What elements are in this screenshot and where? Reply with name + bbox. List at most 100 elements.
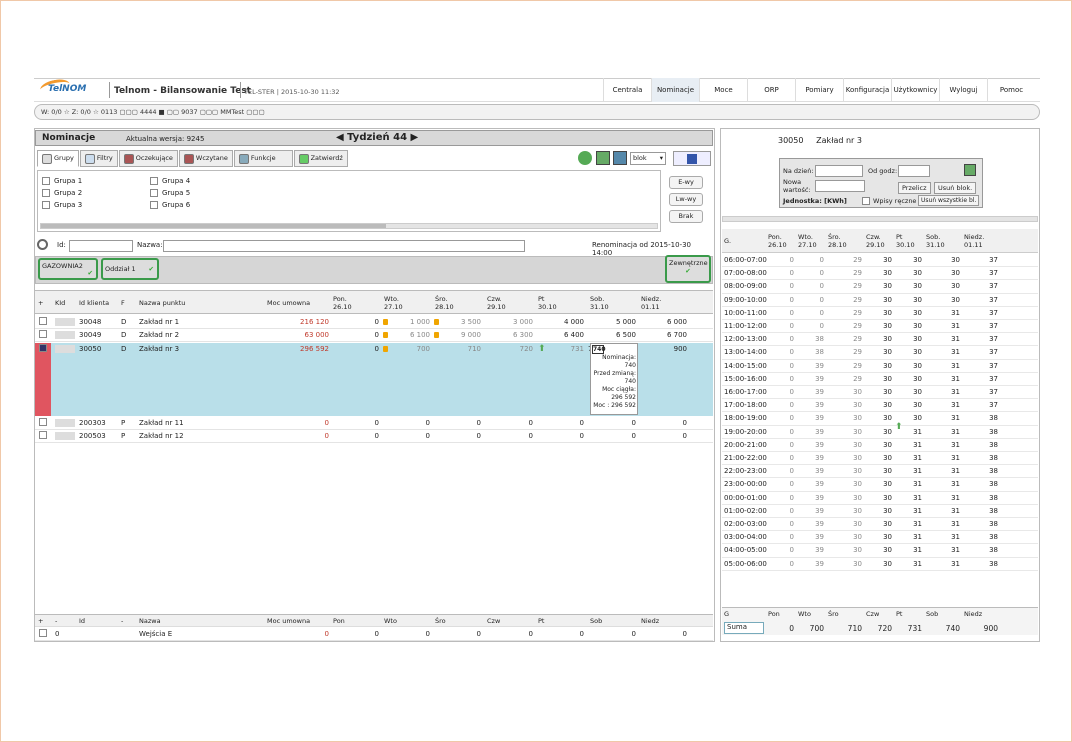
hour-cell[interactable]: 30 — [894, 375, 922, 383]
tab-oczekujace[interactable]: Oczekujące — [118, 150, 178, 167]
table-row[interactable]: 30049 D Zakład nr 2 63 000 0 6 100 9 000 6 300 6… — [35, 329, 713, 342]
hour-cell[interactable]: 39 — [796, 441, 824, 449]
hour-cell[interactable]: 30 — [864, 309, 892, 317]
day-cell[interactable]: 0 — [382, 419, 430, 427]
zewnetrzne-button[interactable]: Zewnętrzne ✔ — [665, 255, 711, 283]
hour-cell[interactable]: 31 — [894, 480, 922, 488]
search-icon[interactable] — [37, 239, 48, 250]
col-czw[interactable]: Czw. 29.10 — [487, 295, 506, 311]
hour-cell[interactable]: 31 — [924, 507, 960, 515]
hour-cell[interactable]: 30 — [864, 362, 892, 370]
hour-cell[interactable]: 31 — [924, 441, 960, 449]
nowa-input[interactable] — [815, 180, 865, 192]
hour-row[interactable]: 12:00-13:00 0 38 29 30 30 31 37 — [722, 333, 1038, 347]
col-f[interactable]: F — [121, 299, 125, 307]
day-cell[interactable]: 0 — [639, 419, 687, 427]
hour-row[interactable]: 20:00-21:00 0 39 30 30 31 31 38 — [722, 439, 1038, 452]
import-icon[interactable] — [613, 151, 627, 165]
group-item[interactable]: Grupa 2 — [42, 189, 82, 197]
hour-cell[interactable]: 0 — [766, 335, 794, 343]
hour-cell[interactable]: 30 — [864, 520, 892, 528]
hour-cell[interactable]: 31 — [894, 507, 922, 515]
hour-cell[interactable]: 30 — [864, 454, 892, 462]
blok-select[interactable]: blok ▾ — [630, 152, 666, 165]
hour-cell[interactable]: 30 — [894, 269, 922, 277]
hour-row[interactable]: 18:00-19:00 0 39 30 30 30 31 38 — [722, 412, 1038, 426]
hour-cell[interactable]: 30 — [894, 362, 922, 370]
hour-cell[interactable]: 31 — [924, 401, 960, 409]
hour-cell[interactable]: 31 — [924, 388, 960, 396]
hour-cell[interactable]: 39 — [796, 507, 824, 515]
nav-wyloguj[interactable]: Wyloguj — [939, 78, 987, 102]
hour-row[interactable]: 08:00-09:00 0 0 29 30 30 30 37 — [722, 280, 1038, 294]
checkbox[interactable] — [42, 201, 50, 209]
hour-row[interactable]: 13:00-14:00 0 38 29 30 30 31 37 — [722, 346, 1038, 360]
group-item[interactable]: Grupa 6 — [150, 201, 190, 209]
hour-cell[interactable]: 30 — [894, 348, 922, 356]
hour-cell[interactable]: 30 — [828, 467, 862, 475]
hour-cell[interactable]: 38 — [962, 480, 998, 488]
hour-cell[interactable]: 0 — [796, 322, 824, 330]
footer-row[interactable]: 0 Wejścia E 0 0 0 0 0 0 0 0 — [35, 628, 713, 641]
nav-pomiary[interactable]: Pomiary — [795, 78, 843, 102]
usun-blok-button[interactable]: Usuń blok. — [934, 182, 977, 194]
hour-cell[interactable]: 29 — [828, 362, 862, 370]
table-row[interactable]: 30048 D Zakład nr 1 216 120 0 1 000 3 500 3 000… — [35, 316, 713, 329]
scroll-thumb[interactable] — [41, 224, 386, 228]
hour-cell[interactable]: 37 — [962, 335, 998, 343]
row-checkbox[interactable] — [39, 629, 47, 637]
checkbox[interactable] — [150, 189, 158, 197]
day-cell[interactable]: 0 — [382, 432, 430, 440]
col-moc-umowna[interactable]: Moc umowna — [267, 299, 310, 307]
hour-cell[interactable]: 30 — [864, 428, 892, 436]
day-cell[interactable]: 0 — [536, 432, 584, 440]
hour-cell[interactable]: 30 — [828, 480, 862, 488]
hour-cell[interactable]: 30 — [894, 309, 922, 317]
hour-cell[interactable]: 30 — [864, 507, 892, 515]
hour-cell[interactable]: 0 — [796, 309, 824, 317]
hour-cell[interactable]: 31 — [924, 467, 960, 475]
hour-cell[interactable]: 30 — [864, 375, 892, 383]
hour-cell[interactable]: 29 — [828, 296, 862, 304]
col-niedz[interactable]: Niedz. 01.11 — [641, 295, 661, 311]
hour-cell[interactable]: 37 — [962, 309, 998, 317]
hour-cell[interactable]: 0 — [766, 414, 794, 422]
hour-cell[interactable]: 37 — [962, 362, 998, 370]
hour-cell[interactable]: 0 — [766, 546, 794, 554]
od-godz-select[interactable] — [898, 165, 930, 177]
hour-cell[interactable]: 31 — [924, 428, 960, 436]
hour-cell[interactable]: 39 — [796, 494, 824, 502]
hour-cell[interactable]: 39 — [796, 401, 824, 409]
hour-cell[interactable]: 30 — [864, 467, 892, 475]
hour-cell[interactable]: 30 — [864, 256, 892, 264]
day-cell[interactable]: 6 500 — [588, 331, 636, 339]
hour-cell[interactable]: 0 — [796, 269, 824, 277]
hour-cell[interactable]: 37 — [962, 269, 998, 277]
hour-row[interactable]: 10:00-11:00 0 0 29 30 30 31 37 — [722, 307, 1038, 320]
hour-cell[interactable]: 29 — [828, 282, 862, 290]
col-sro[interactable]: Śro. 28.10 — [435, 295, 454, 311]
hour-cell[interactable]: 37 — [962, 256, 998, 264]
hour-cell[interactable]: 39 — [796, 480, 824, 488]
group-item[interactable]: Grupa 4 — [150, 177, 190, 185]
hour-cell[interactable]: 0 — [796, 256, 824, 264]
cell[interactable]: 0 — [639, 630, 687, 638]
hour-cell[interactable]: 0 — [766, 322, 794, 330]
cell[interactable]: 0 — [433, 630, 481, 638]
hour-cell[interactable]: 0 — [766, 388, 794, 396]
hour-cell[interactable]: 31 — [924, 560, 960, 568]
day-cell[interactable]: 0 — [331, 345, 379, 353]
nomination-edit-box[interactable]: 740 Nominacja: 740 Przed zmianą: 740 Moc… — [590, 343, 638, 415]
hour-cell[interactable]: 0 — [766, 520, 794, 528]
row-checkbox[interactable] — [39, 330, 47, 338]
tab-wczytane[interactable]: Wczytane — [178, 150, 233, 167]
hour-cell[interactable]: 29 — [828, 375, 862, 383]
day-cell[interactable]: 4 000 — [536, 318, 584, 326]
hour-cell[interactable]: 30 — [864, 401, 892, 409]
hour-cell[interactable]: 31 — [924, 533, 960, 541]
nav-orp[interactable]: ORP — [747, 78, 795, 102]
hour-cell[interactable]: 0 — [766, 282, 794, 290]
hour-cell[interactable]: 30 — [828, 428, 862, 436]
hour-cell[interactable]: 38 — [962, 560, 998, 568]
table-row[interactable]: 200303 P Zakład nr 11 0 0 0 0 0 0 0 0 — [35, 417, 713, 430]
